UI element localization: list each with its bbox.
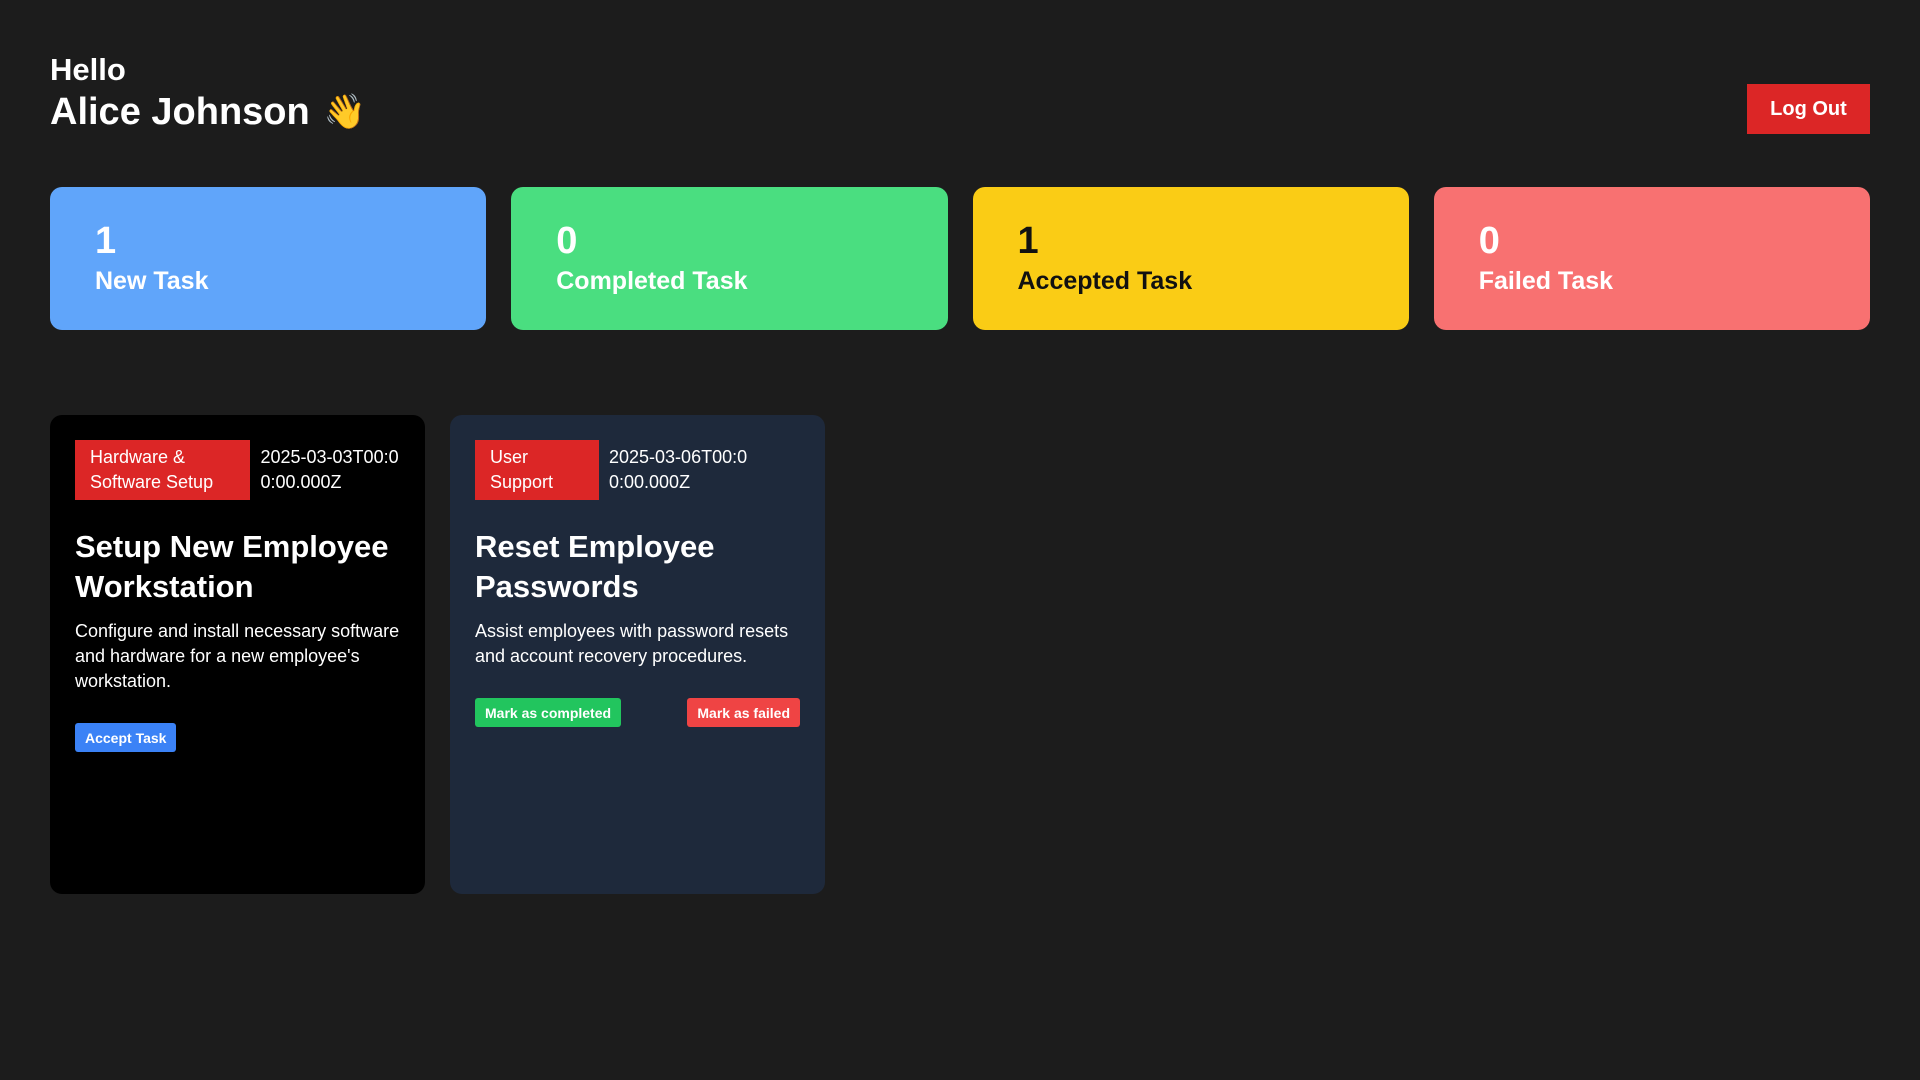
- task-actions: Mark as completed Mark as failed: [475, 698, 800, 727]
- waving-hand-icon: 👋: [323, 93, 367, 131]
- task-list: Hardware & Software Setup 2025-03-03T00:…: [50, 415, 1870, 894]
- task-card-header: User Support 2025-03-06T00:00:00.000Z: [475, 440, 800, 500]
- task-description: Assist employees with password resets an…: [475, 621, 789, 666]
- task-date: 2025-03-06T00:00:00.000Z: [609, 447, 748, 492]
- task-date: 2025-03-03T00:00:00.000Z: [260, 447, 399, 492]
- task-title: Setup New Employee Workstation: [75, 529, 389, 604]
- stat-card-completed-task: 0 Completed Task: [511, 187, 948, 330]
- logout-button[interactable]: Log Out: [1747, 84, 1870, 134]
- greeting-text: Hello: [50, 52, 126, 87]
- task-card: User Support 2025-03-06T00:00:00.000Z Re…: [450, 415, 825, 894]
- employee-dashboard: Hello Alice Johnson 👋 Log Out 1 New Task…: [0, 0, 1920, 1080]
- stat-count: 1: [95, 220, 117, 262]
- stat-label: Accepted Task: [1017, 267, 1193, 295]
- stat-card-new-task: 1 New Task: [50, 187, 487, 330]
- task-description: Configure and install necessary software…: [75, 621, 400, 691]
- mark-failed-button[interactable]: Mark as failed: [687, 698, 800, 727]
- task-title: Reset Employee Passwords: [475, 529, 715, 604]
- stat-count: 0: [1478, 220, 1500, 262]
- stat-card-failed-task: 0 Failed Task: [1433, 187, 1870, 330]
- accept-task-button[interactable]: Accept Task: [75, 723, 177, 752]
- user-name: Alice Johnson: [50, 91, 310, 133]
- task-card: Hardware & Software Setup 2025-03-03T00:…: [50, 415, 425, 894]
- task-stats: 1 New Task 0 Completed Task 1 Accepted T…: [50, 187, 1870, 330]
- task-category-badge: Hardware & Software Setup: [75, 440, 251, 500]
- task-card-header: Hardware & Software Setup 2025-03-03T00:…: [75, 440, 400, 500]
- task-actions: Accept Task: [75, 723, 400, 752]
- mark-completed-button[interactable]: Mark as completed: [475, 698, 622, 727]
- stat-label: New Task: [95, 267, 209, 295]
- stat-label: Completed Task: [556, 267, 748, 295]
- header: Hello Alice Johnson 👋 Log Out: [50, 0, 1870, 136]
- user-name-line: Alice Johnson 👋: [50, 88, 366, 136]
- stat-count: 0: [556, 220, 578, 262]
- stat-count: 1: [1017, 220, 1039, 262]
- stat-card-accepted-task: 1 Accepted Task: [972, 187, 1409, 330]
- stat-label: Failed Task: [1478, 267, 1614, 295]
- task-category-badge: User Support: [475, 440, 599, 500]
- greeting: Hello Alice Johnson 👋: [50, 52, 366, 136]
